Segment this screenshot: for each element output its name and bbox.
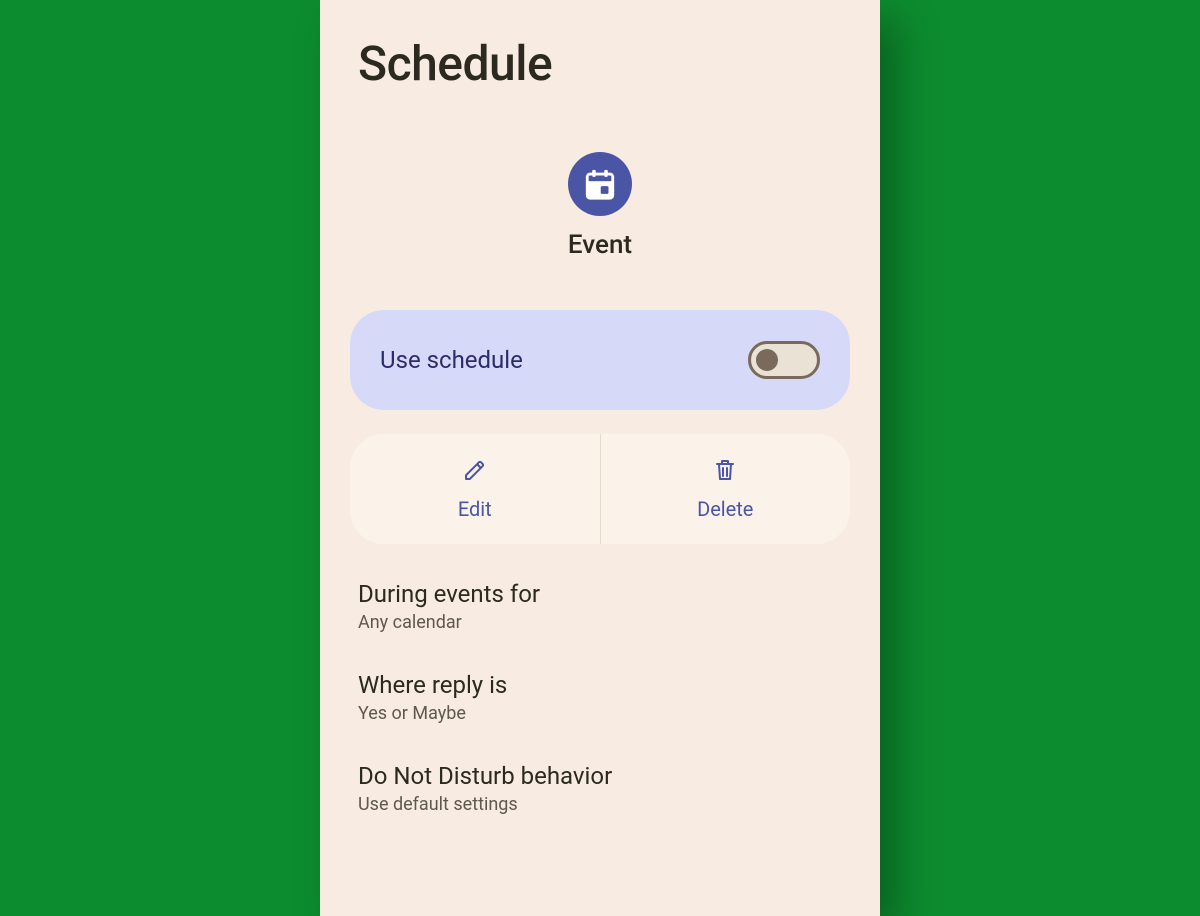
edit-label: Edit [458,497,492,521]
delete-label: Delete [697,497,753,521]
delete-button[interactable]: Delete [600,434,851,544]
event-header: Event [350,152,850,260]
event-label: Event [568,230,632,260]
settings-list: During events for Any calendar Where rep… [350,580,850,815]
edit-button[interactable]: Edit [350,434,600,544]
use-schedule-row[interactable]: Use schedule [350,310,850,410]
setting-title: Do Not Disturb behavior [358,762,842,790]
setting-title: Where reply is [358,671,842,699]
setting-subtitle: Yes or Maybe [358,703,842,724]
setting-title: During events for [358,580,842,608]
setting-subtitle: Any calendar [358,612,842,633]
schedule-actions: Edit Delete [350,434,850,544]
use-schedule-toggle[interactable] [748,341,820,379]
pencil-icon [463,458,487,487]
setting-dnd-behavior[interactable]: Do Not Disturb behavior Use default sett… [358,762,842,815]
calendar-event-icon [568,152,632,216]
setting-subtitle: Use default settings [358,794,842,815]
setting-during-events[interactable]: During events for Any calendar [358,580,842,633]
use-schedule-label: Use schedule [380,346,523,374]
page-title: Schedule [358,35,850,92]
setting-where-reply[interactable]: Where reply is Yes or Maybe [358,671,842,724]
trash-icon [713,458,737,487]
settings-panel: Schedule Event Use schedule [320,0,880,916]
